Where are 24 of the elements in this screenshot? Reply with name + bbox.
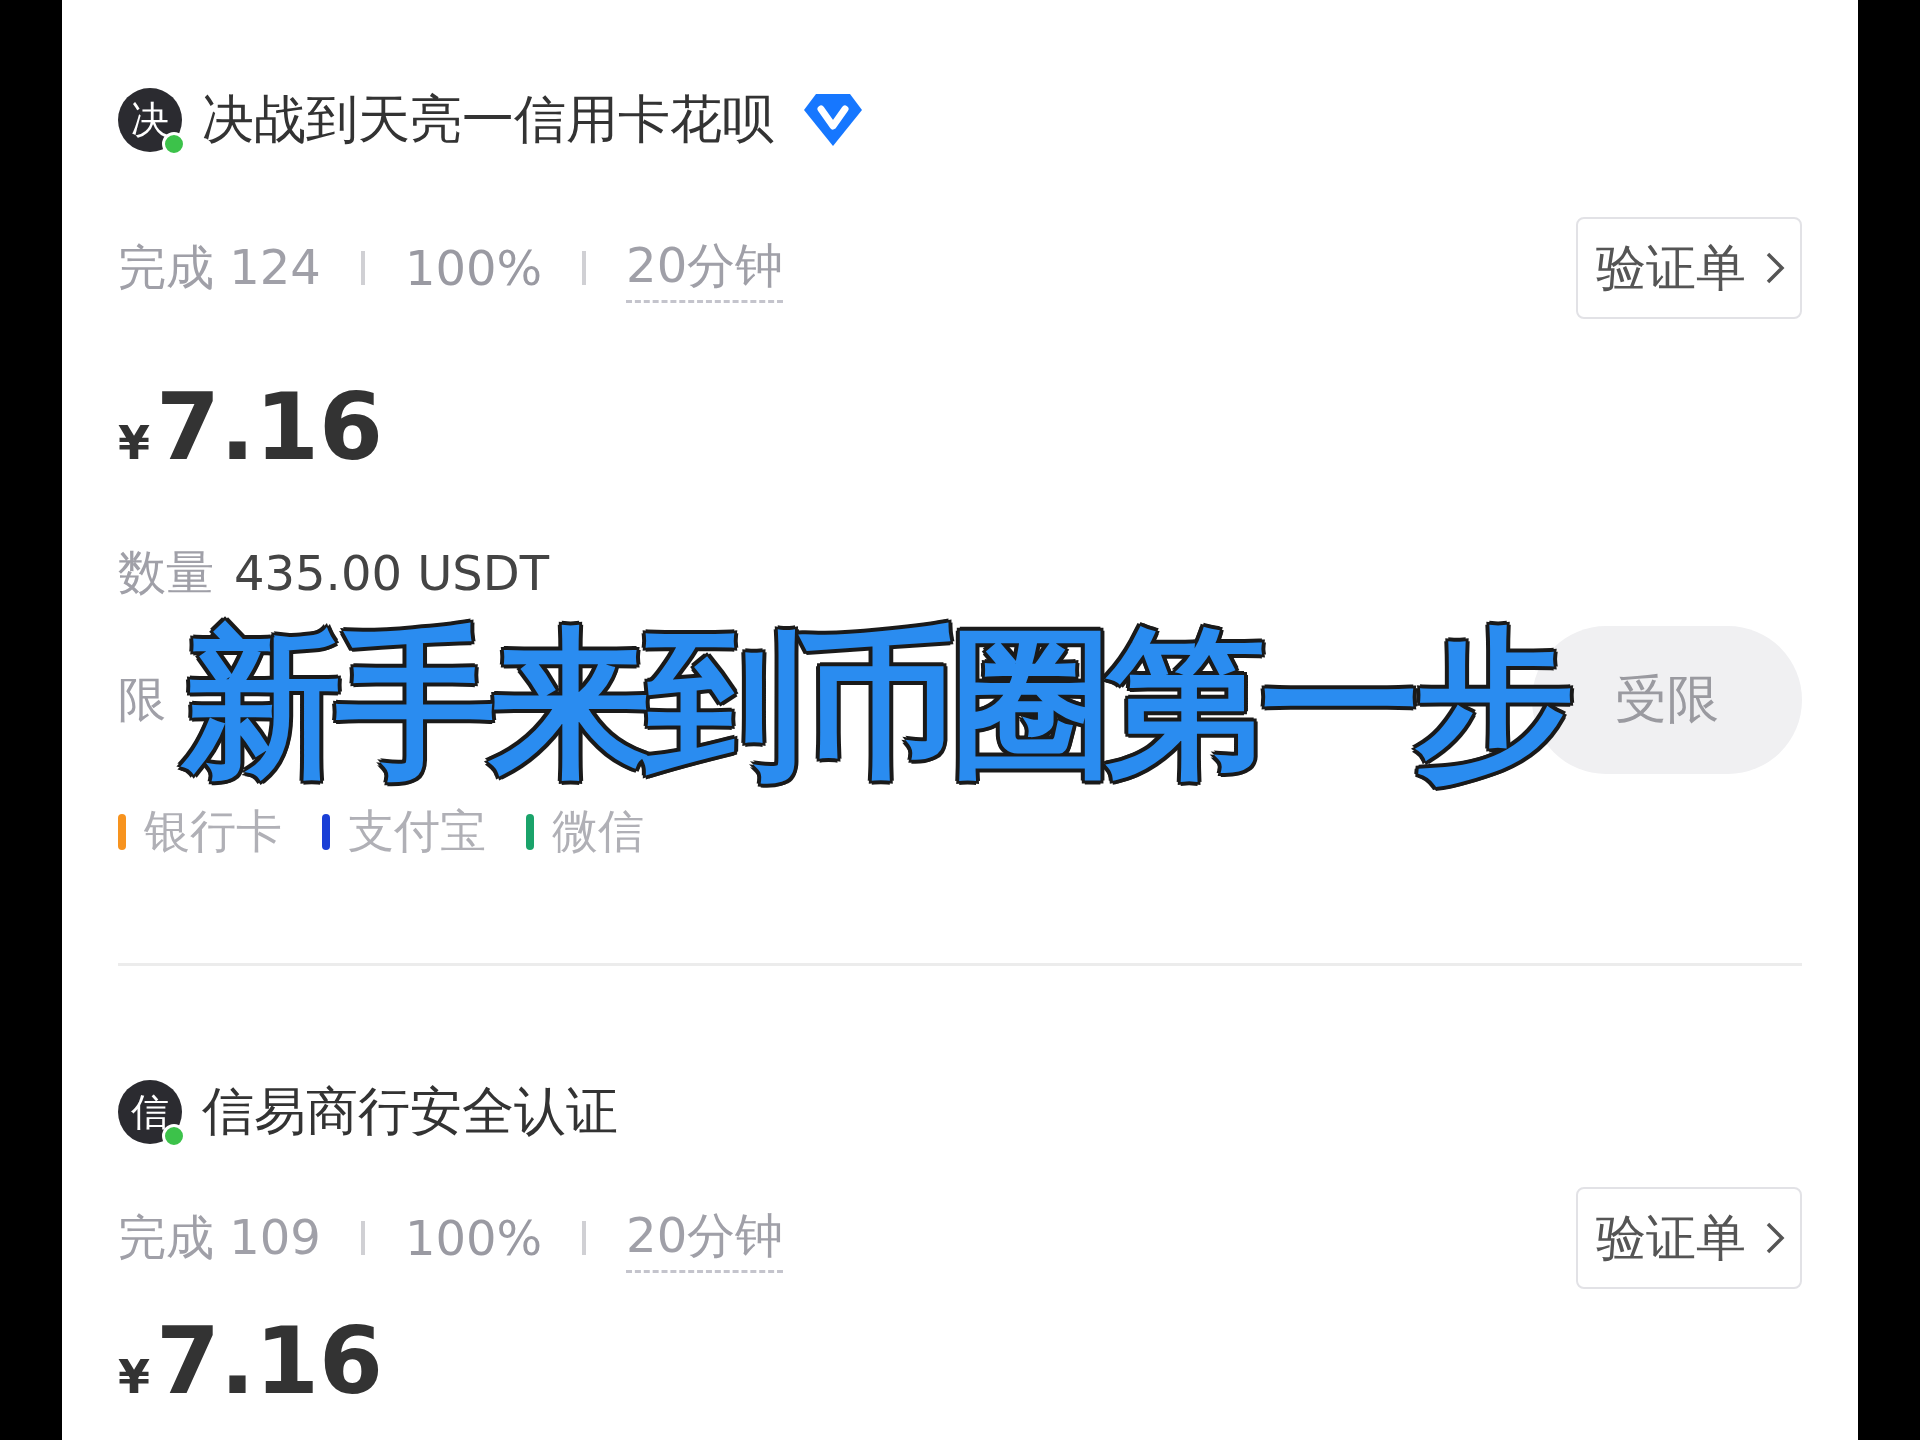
avatar: 信 <box>118 1080 182 1144</box>
currency-symbol: ¥ <box>118 1350 150 1404</box>
avatar: 决 <box>118 88 182 152</box>
limit-label: 限 <box>118 670 166 729</box>
payment-method: 支付宝 <box>348 803 486 860</box>
chevron-right-icon <box>1764 1220 1786 1256</box>
completed-orders: 完成 124 <box>118 238 321 297</box>
quantity-label: 数量 <box>118 543 214 602</box>
payment-method: 银行卡 <box>144 803 282 860</box>
merchant-name: 信易商行安全认证 <box>202 1080 618 1143</box>
currency-symbol: ¥ <box>118 416 150 470</box>
price: 7.16 <box>156 1308 383 1415</box>
payment-method: 微信 <box>552 803 644 860</box>
price: 7.16 <box>156 374 383 481</box>
release-time: 20分钟 <box>626 1203 784 1273</box>
completion-rate: 100% <box>404 240 543 296</box>
verify-button[interactable]: 验证单 <box>1576 217 1802 319</box>
quantity-value: 435.00 USDT <box>234 545 550 601</box>
verify-button[interactable]: 验证单 <box>1576 1187 1802 1289</box>
release-time: 20分钟 <box>626 233 784 303</box>
completion-rate: 100% <box>404 1210 543 1266</box>
merchant-name: 决战到天亮一信用卡花呗 <box>202 88 774 151</box>
chevron-right-icon <box>1764 250 1786 286</box>
completed-orders: 完成 109 <box>118 1208 321 1267</box>
